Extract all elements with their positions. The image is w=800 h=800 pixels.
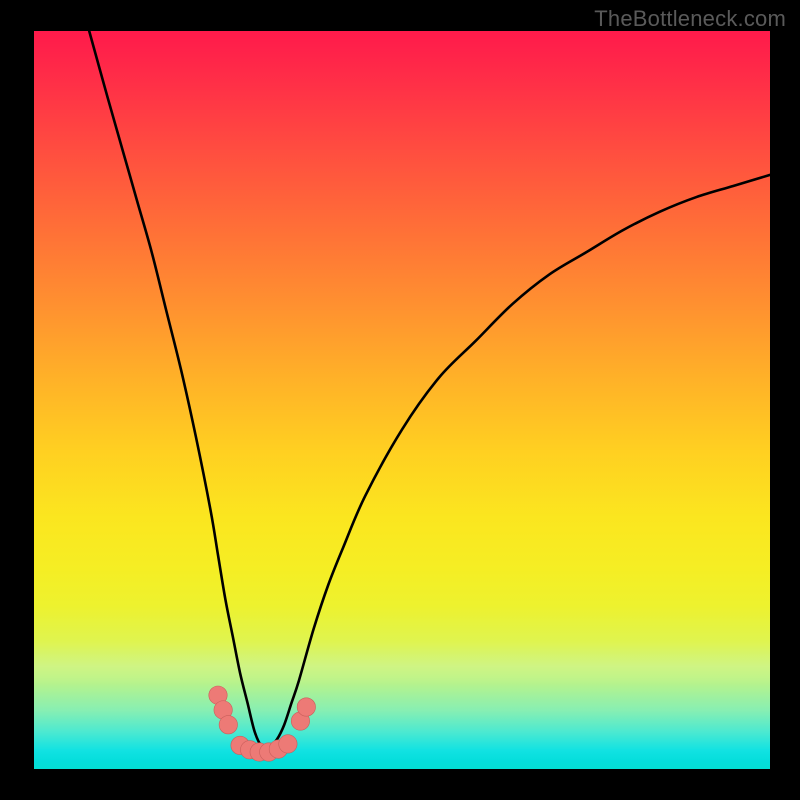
watermark-text: TheBottleneck.com — [594, 6, 786, 32]
beads-group — [209, 686, 316, 761]
bottleneck-curve — [89, 31, 770, 748]
bead-marker — [297, 698, 315, 716]
bead-marker — [219, 716, 237, 734]
chart-svg — [34, 31, 770, 769]
outer-frame: TheBottleneck.com — [0, 0, 800, 800]
bead-marker — [279, 735, 297, 753]
plot-area — [34, 31, 770, 769]
